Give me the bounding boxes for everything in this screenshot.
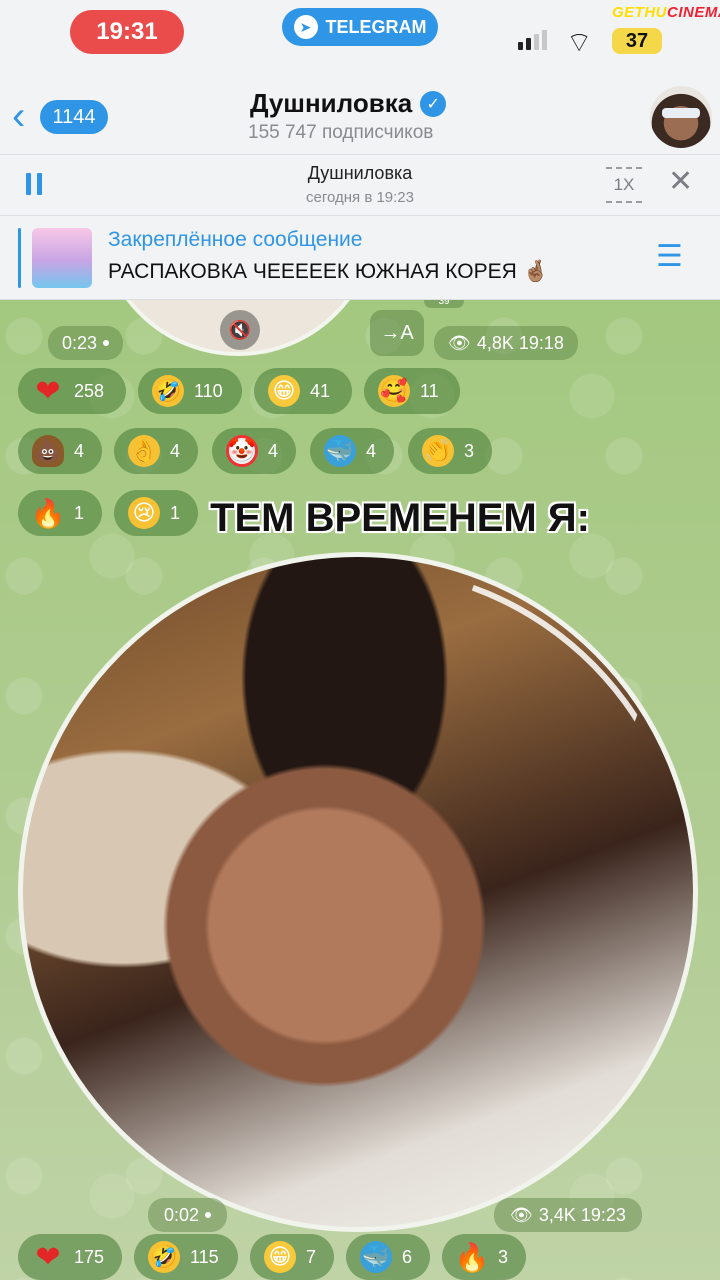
translate-button[interactable]: →A bbox=[370, 310, 424, 356]
reaction-fire[interactable]: 🔥 3 bbox=[442, 1234, 526, 1280]
eye-icon: 👁 bbox=[510, 1204, 533, 1225]
wifi-icon: ⌔ bbox=[566, 27, 593, 58]
video-progress-arc bbox=[18, 552, 698, 1232]
chat-area: 🔇 39 0:23 →A 👁 4,8K 19:18 ❤ 258 🤣 110 😁 41 🥰… bbox=[0, 300, 720, 1280]
pinned-text: РАСПАКОВКА ЧЕЕЕЕЕК ЮЖНАЯ КОРЕЯ 🤞🏽 bbox=[108, 260, 549, 283]
pinned-list-icon[interactable]: ☰ bbox=[656, 242, 683, 272]
previous-round-video[interactable]: 🔇 bbox=[98, 300, 378, 356]
views-and-time: 👁 4,8K 19:18 bbox=[434, 326, 578, 360]
reaction-love[interactable]: 🥰 11 bbox=[364, 368, 460, 414]
clap-icon: 👏 bbox=[422, 435, 454, 467]
reaction-heart[interactable]: ❤ 175 bbox=[18, 1234, 122, 1280]
mute-icon[interactable]: 🔇 bbox=[220, 310, 260, 350]
back-unread-count[interactable]: 1144 bbox=[40, 100, 108, 134]
pinned-label: Закреплённое сообщение bbox=[108, 228, 363, 251]
ok-hand-icon: 👌 bbox=[128, 435, 160, 467]
heart-icon: ❤ bbox=[35, 1240, 61, 1274]
verified-badge-icon: ✓ bbox=[420, 90, 447, 117]
pinned-indicator bbox=[18, 228, 21, 288]
round-video-message[interactable] bbox=[18, 552, 698, 1232]
channel-title[interactable]: Душниловка ✓ bbox=[250, 88, 447, 119]
telegram-pill-label: TELEGRAM bbox=[325, 16, 427, 37]
reaction-grin[interactable]: 😁 41 bbox=[254, 368, 352, 414]
telegram-plane-icon: ➤ bbox=[293, 15, 318, 39]
status-time: 19:31 bbox=[70, 10, 184, 54]
pinned-thumbnail bbox=[32, 228, 92, 288]
rofl-icon: 🤣 bbox=[148, 1241, 180, 1273]
grin-icon: 😁 bbox=[268, 375, 300, 407]
clown-icon: 🤡 bbox=[226, 435, 258, 467]
reaction-ok[interactable]: 👌 4 bbox=[114, 428, 198, 474]
poop-icon: 💩 bbox=[32, 435, 64, 467]
watermark-logo: GETHUCINEMA bbox=[612, 4, 720, 21]
grin-icon: 😁 bbox=[264, 1241, 296, 1273]
reaction-heart[interactable]: ❤ 258 bbox=[18, 368, 126, 414]
video-duration: 0:23 bbox=[48, 326, 124, 360]
cellular-signal-icon bbox=[518, 30, 547, 50]
reaction-grin[interactable]: 😁 7 bbox=[250, 1234, 334, 1280]
channel-name: Душниловка bbox=[250, 88, 413, 118]
reaction-whale[interactable]: 🐳 4 bbox=[310, 428, 394, 474]
pinned-message-bar[interactable]: Закреплённое сообщение РАСПАКОВКА ЧЕЕЕЕЕ… bbox=[0, 216, 720, 300]
reaction-rofl[interactable]: 🤣 110 bbox=[138, 368, 242, 414]
reaction-clown[interactable]: 🤡 4 bbox=[212, 428, 296, 474]
video-duration: 0:02 bbox=[148, 1198, 228, 1232]
reaction-whale[interactable]: 🐳 6 bbox=[346, 1234, 430, 1280]
rofl-icon: 🤣 bbox=[152, 375, 184, 407]
whale-icon: 🐳 bbox=[360, 1241, 392, 1273]
reaction-rofl[interactable]: 🤣 115 bbox=[134, 1234, 238, 1280]
status-bar: 19:31 ➤ TELEGRAM ⌔ 37 GETHUCINEMA bbox=[0, 0, 720, 80]
telegram-app-pill[interactable]: ➤ TELEGRAM bbox=[282, 8, 438, 46]
smiling-hearts-icon: 🥰 bbox=[378, 375, 410, 407]
eye-icon: 👁 bbox=[448, 332, 471, 353]
peek-badge: 39 bbox=[424, 300, 464, 308]
whale-icon: 🐳 bbox=[324, 435, 356, 467]
fire-icon: 🔥 bbox=[454, 1241, 490, 1273]
close-icon[interactable]: ✕ bbox=[668, 167, 693, 197]
battery-indicator: 37 bbox=[612, 28, 662, 54]
channel-avatar[interactable] bbox=[650, 86, 712, 148]
media-player-bar: Душниловка сегодня в 19:23 1X ✕ bbox=[0, 154, 720, 216]
reaction-clap[interactable]: 👏 3 bbox=[408, 428, 492, 474]
reaction-poop[interactable]: 💩 4 bbox=[18, 428, 102, 474]
subscriber-count: 155 747 подписчиков bbox=[248, 122, 434, 143]
chat-header: ‹ 1144 Душниловка ✓ 155 747 подписчиков bbox=[0, 80, 720, 154]
back-chevron-icon[interactable]: ‹ bbox=[12, 96, 25, 136]
heart-icon: ❤ bbox=[35, 374, 61, 408]
playback-speed-button[interactable]: 1X bbox=[606, 167, 642, 203]
overlay-caption: ТЕМ ВРЕМЕНЕМ Я: bbox=[210, 496, 590, 540]
views-and-time: 👁 3,4K 19:23 bbox=[494, 1198, 642, 1232]
